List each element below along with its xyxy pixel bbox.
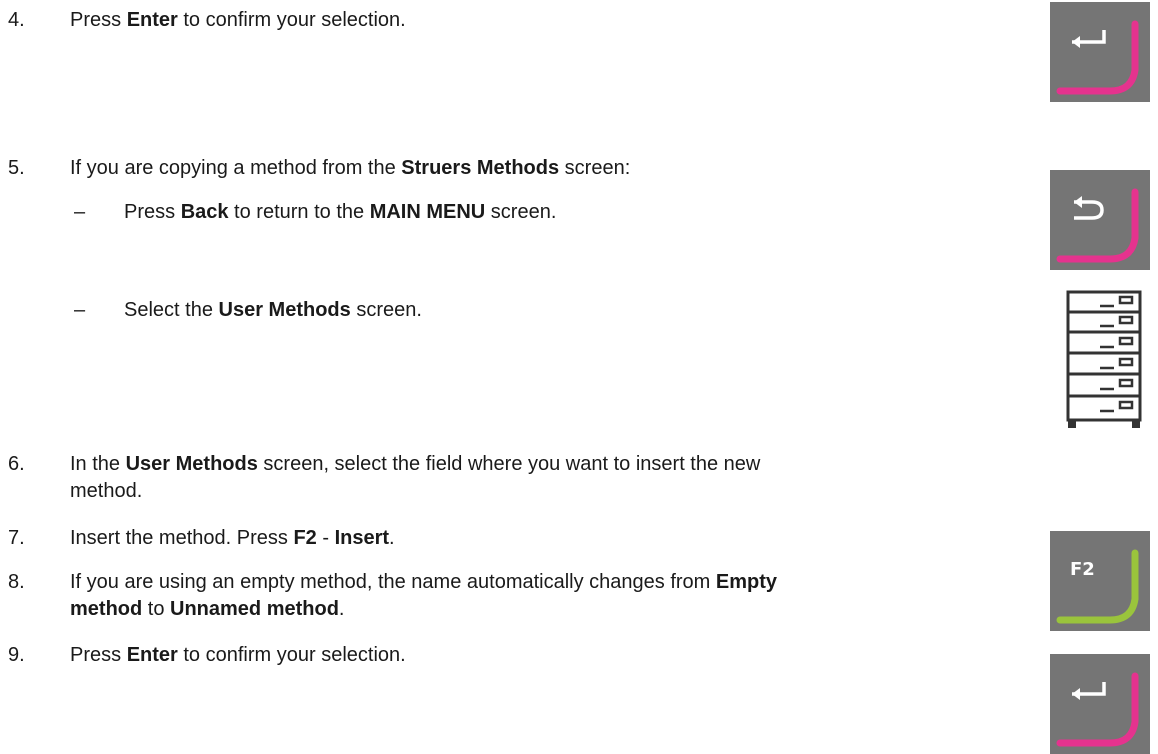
user-methods-icon: [1066, 290, 1142, 435]
step-text: Press Enter to confirm your selection.: [70, 644, 406, 666]
step-number: 4.: [8, 9, 25, 31]
substep-text: Press Back to return to the MAIN MENU sc…: [124, 201, 557, 223]
substep-dash: –: [74, 299, 86, 321]
substep-text: Select the User Methods screen.: [124, 299, 422, 321]
step-number: 7.: [8, 527, 25, 549]
step-number: 6.: [8, 453, 25, 475]
substep-dash: –: [74, 201, 86, 223]
step-number: 9.: [8, 644, 25, 666]
f2-key-label: F2: [1070, 559, 1095, 580]
step-text: Insert the method. Press F2 - Insert.: [70, 527, 395, 549]
back-key-icon: [1050, 170, 1150, 270]
step-text-line-2: method to Unnamed method.: [70, 598, 345, 620]
step-text-line-1: If you are using an empty method, the na…: [70, 571, 778, 593]
step-number: 8.: [8, 571, 25, 593]
enter-key-icon: [1050, 654, 1150, 754]
f2-key-icon: F2: [1050, 531, 1150, 631]
enter-key-icon: [1050, 2, 1150, 102]
step-text: If you are copying a method from the Str…: [70, 157, 631, 179]
step-text-line-2: method.: [70, 480, 143, 502]
step-text: Press Enter to confirm your selection.: [70, 9, 406, 31]
step-number: 5.: [8, 157, 25, 179]
step-text-line-1: In the User Methods screen, select the f…: [70, 453, 761, 475]
